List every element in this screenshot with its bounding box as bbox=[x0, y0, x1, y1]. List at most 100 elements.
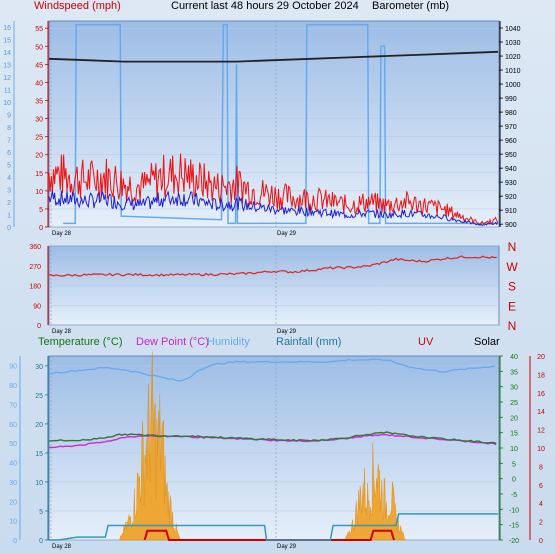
temperature-tick-label: 15 bbox=[510, 431, 518, 438]
compass-label: N bbox=[508, 240, 517, 254]
barometer-tick-label: 990 bbox=[505, 96, 517, 103]
winddir-tick-label: 360 bbox=[29, 244, 41, 251]
windspeed-tick-label: 55 bbox=[35, 26, 43, 33]
barometer-tick-label: 950 bbox=[505, 152, 517, 159]
temperature-tick-label: -5 bbox=[511, 492, 517, 499]
wind-alt-tick-label: 13 bbox=[3, 63, 11, 70]
temp-day-label: Day 28 bbox=[52, 544, 72, 550]
barometer-tick-label: 1020 bbox=[505, 54, 521, 61]
wind-day-label: Day 28 bbox=[52, 231, 72, 237]
barometer-tick-label: 910 bbox=[505, 208, 517, 215]
barometer-tick-label: 1000 bbox=[505, 82, 521, 89]
wind-alt-tick-label: 4 bbox=[7, 175, 11, 182]
uv-tick-label: 2 bbox=[539, 520, 543, 527]
temperature-tick-label: -20 bbox=[509, 538, 519, 545]
barometer-tick-label: 960 bbox=[505, 138, 517, 145]
wind-alt-tick-label: 14 bbox=[3, 50, 11, 57]
barometer-tick-label: 900 bbox=[505, 222, 517, 229]
winddir-tick-label: 180 bbox=[29, 284, 41, 291]
temperature-tick-label: 10 bbox=[510, 446, 518, 453]
temperature-tick-label: 5 bbox=[512, 461, 516, 468]
humidity-tick-label: 30 bbox=[9, 480, 17, 487]
windspeed-tick-label: 10 bbox=[35, 189, 43, 196]
humidity-tick-label: 70 bbox=[9, 402, 17, 409]
barometer-tick-label: 940 bbox=[505, 166, 517, 173]
wind-alt-tick-label: 7 bbox=[7, 138, 11, 145]
winddir-tick-label: 90 bbox=[33, 303, 41, 310]
compass-label: E bbox=[508, 299, 516, 313]
humidity-tick-label: 80 bbox=[9, 383, 17, 390]
wind-alt-tick-label: 1 bbox=[7, 213, 11, 220]
uv-tick-label: 20 bbox=[537, 354, 545, 361]
rain-tick-label: 10 bbox=[35, 480, 43, 487]
wind-alt-tick-label: 0 bbox=[7, 225, 11, 232]
windspeed-tick-label: 40 bbox=[35, 80, 43, 87]
barometer-tick-label: 1010 bbox=[505, 68, 521, 75]
wind-alt-tick-label: 8 bbox=[7, 125, 11, 132]
wind-alt-tick-label: 2 bbox=[7, 200, 11, 207]
temp-day-label: Day 29 bbox=[277, 544, 297, 550]
rain-tick-label: 0 bbox=[39, 538, 43, 545]
windspeed-tick-label: 30 bbox=[35, 117, 43, 124]
compass-label: N bbox=[508, 319, 517, 333]
uv-tick-label: 0 bbox=[539, 538, 543, 545]
wind-alt-tick-label: 16 bbox=[3, 25, 11, 32]
compass-label: S bbox=[508, 280, 516, 294]
barometer-tick-label: 1040 bbox=[505, 26, 521, 33]
windspeed-tick-label: 0 bbox=[39, 225, 43, 232]
barometer-tick-label: 1030 bbox=[505, 40, 521, 47]
windspeed-tick-label: 50 bbox=[35, 44, 43, 51]
rain-tick-label: 25 bbox=[35, 393, 43, 400]
barometer-tick-label: 920 bbox=[505, 194, 517, 201]
winddir-day-label: Day 29 bbox=[277, 329, 297, 335]
winddir-tick-label: 270 bbox=[29, 264, 41, 271]
temperature-tick-label: 30 bbox=[510, 385, 518, 392]
wind-alt-tick-label: 9 bbox=[7, 113, 11, 120]
humidity-tick-label: 90 bbox=[9, 364, 17, 371]
windspeed-tick-label: 45 bbox=[35, 62, 43, 69]
barometer-tick-label: 970 bbox=[505, 124, 517, 131]
uv-tick-label: 18 bbox=[537, 372, 545, 379]
wind-alt-tick-label: 10 bbox=[3, 100, 11, 107]
winddir-day-label: Day 28 bbox=[52, 329, 72, 335]
temperature-tick-label: -15 bbox=[509, 523, 519, 530]
rain-tick-label: 5 bbox=[39, 509, 43, 516]
temperature-tick-label: 35 bbox=[510, 369, 518, 376]
windspeed-tick-label: 20 bbox=[35, 153, 43, 160]
temperature-tick-label: 40 bbox=[510, 354, 518, 361]
windspeed-tick-label: 35 bbox=[35, 99, 43, 106]
rain-tick-label: 15 bbox=[35, 451, 43, 458]
windspeed-tick-label: 25 bbox=[35, 135, 43, 142]
wind-alt-tick-label: 3 bbox=[7, 188, 11, 195]
wind-day-label: Day 29 bbox=[277, 231, 297, 237]
uv-tick-label: 16 bbox=[537, 391, 545, 398]
humidity-tick-label: 50 bbox=[9, 441, 17, 448]
windspeed-tick-label: 5 bbox=[39, 207, 43, 214]
uv-tick-label: 14 bbox=[537, 409, 545, 416]
humidity-tick-label: 40 bbox=[9, 461, 17, 468]
wind-alt-tick-label: 11 bbox=[4, 88, 11, 95]
wind-alt-tick-label: 15 bbox=[3, 38, 11, 45]
uv-tick-label: 10 bbox=[537, 446, 545, 453]
uv-tick-label: 8 bbox=[539, 464, 543, 471]
rain-tick-label: 20 bbox=[35, 422, 43, 429]
rain-tick-label: 30 bbox=[35, 364, 43, 371]
temperature-tick-label: 25 bbox=[510, 400, 518, 407]
uv-tick-label: 6 bbox=[539, 483, 543, 490]
barometer-tick-label: 930 bbox=[505, 180, 517, 187]
temp-plot-area bbox=[48, 355, 500, 541]
wind-alt-tick-label: 6 bbox=[7, 150, 11, 157]
winddir-tick-label: 0 bbox=[37, 323, 41, 330]
wind-alt-tick-label: 5 bbox=[7, 163, 11, 170]
humidity-tick-label: 20 bbox=[9, 499, 17, 506]
humidity-tick-label: 60 bbox=[9, 422, 17, 429]
wind-alt-tick-label: 12 bbox=[3, 75, 11, 82]
temperature-tick-label: 0 bbox=[512, 477, 516, 484]
humidity-tick-label: 0 bbox=[13, 538, 17, 545]
wind-plot-area bbox=[48, 20, 500, 228]
uv-tick-label: 4 bbox=[539, 501, 543, 508]
temperature-tick-label: 20 bbox=[510, 415, 518, 422]
temperature-tick-label: -10 bbox=[509, 507, 519, 514]
charts-svg: 0510152025303540455055012345678910111213… bbox=[3, 20, 545, 550]
humidity-tick-label: 10 bbox=[9, 519, 17, 526]
